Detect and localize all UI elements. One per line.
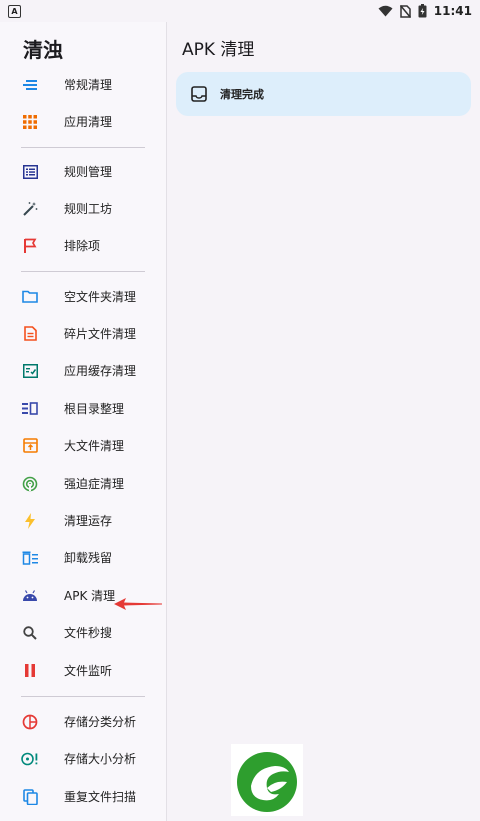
nav-label: APK 清理	[64, 589, 116, 603]
nav-item-file-monitor[interactable]: 文件监听	[0, 652, 166, 689]
nav-label: 碎片文件清理	[64, 327, 137, 341]
nav-label: 清理运存	[64, 514, 113, 528]
folder-icon	[21, 288, 39, 306]
nav-item-duplicate-file-scan[interactable]: 重复文件扫描	[0, 778, 166, 815]
search-icon	[21, 624, 39, 642]
list-icon	[21, 163, 39, 181]
nav-item-storage-size-analysis[interactable]: 存储大小分析	[0, 740, 166, 777]
app-title: 清浊	[23, 38, 63, 62]
no-sim-icon	[399, 4, 411, 18]
storage-size-icon	[21, 750, 39, 768]
nav-label: 应用清理	[64, 115, 113, 129]
magic-wand-icon	[21, 200, 39, 218]
nav-item-general-clean[interactable]: 常规清理	[0, 66, 166, 103]
status-bar: A 11:41	[0, 0, 480, 22]
status-time: 11:41	[433, 4, 472, 18]
nav-label: 常规清理	[64, 78, 113, 92]
nav-item-storage-category-analysis[interactable]: 存储分类分析	[0, 703, 166, 740]
nav-item-clean-memory[interactable]: 清理运存	[0, 502, 166, 539]
inbox-icon	[191, 86, 207, 102]
nav-item-empty-folder-clean[interactable]: 空文件夹清理	[0, 278, 166, 315]
nav-label: 强迫症清理	[64, 477, 125, 491]
nav-label: 存储分类分析	[64, 715, 137, 729]
nav-item-root-organize[interactable]: 根目录整理	[0, 390, 166, 427]
lightning-icon	[21, 512, 39, 530]
trash-list-icon	[21, 549, 39, 567]
wifi-icon	[378, 5, 393, 17]
grid-icon	[21, 113, 39, 131]
nav-item-exclusions[interactable]: 排除项	[0, 227, 166, 264]
nav-label: 空文件夹清理	[64, 290, 137, 304]
divider	[21, 696, 145, 697]
nav-label: 规则管理	[64, 165, 113, 179]
nav-item-uninstall-residue[interactable]: 卸载残留	[0, 539, 166, 576]
copy-icon	[21, 788, 39, 806]
nav-item-large-file-clean[interactable]: 大文件清理	[0, 427, 166, 464]
main-content: APK 清理 清理完成	[167, 22, 480, 821]
checklist-icon	[21, 362, 39, 380]
archive-icon	[21, 437, 39, 455]
nav-label: 应用缓存清理	[64, 364, 137, 378]
card-label: 清理完成	[220, 88, 264, 101]
android-icon	[21, 587, 39, 605]
divider	[21, 147, 145, 148]
status-right: 11:41	[378, 4, 472, 18]
navigation-drawer: 清浊 常规清理 应用清理 规则管理 规则工坊 排除项 空文件夹清理 碎片文件清理…	[0, 22, 167, 821]
flag-icon	[21, 237, 39, 255]
nav-item-file-search[interactable]: 文件秒搜	[0, 614, 166, 651]
nav-label: 存储大小分析	[64, 752, 137, 766]
root-icon	[21, 400, 39, 418]
status-left: A	[8, 4, 21, 18]
nav-label: 排除项	[64, 239, 101, 253]
lines-icon	[21, 76, 39, 94]
page-title: APK 清理	[182, 40, 255, 60]
radar-icon	[21, 475, 39, 493]
document-icon	[21, 325, 39, 343]
nav-item-app-cache-clean[interactable]: 应用缓存清理	[0, 352, 166, 389]
nav-label: 文件监听	[64, 664, 113, 678]
notification-a-icon: A	[8, 4, 21, 18]
nav-label: 文件秒搜	[64, 626, 113, 640]
nav-label: 根目录整理	[64, 402, 125, 416]
nav-item-ocd-clean[interactable]: 强迫症清理	[0, 465, 166, 502]
pie-icon	[21, 713, 39, 731]
green-leaf-logo	[231, 744, 303, 816]
result-card[interactable]: 清理完成	[176, 72, 471, 116]
battery-icon	[418, 4, 427, 18]
nav-label: 卸载残留	[64, 551, 113, 565]
pause-icon	[21, 662, 39, 680]
red-arrow-annotation	[114, 598, 162, 610]
nav-label: 规则工坊	[64, 202, 113, 216]
nav-item-rule-management[interactable]: 规则管理	[0, 153, 166, 190]
nav-label: 重复文件扫描	[64, 790, 137, 804]
nav-item-rule-workshop[interactable]: 规则工坊	[0, 190, 166, 227]
nav-item-fragment-clean[interactable]: 碎片文件清理	[0, 315, 166, 352]
divider	[21, 271, 145, 272]
nav-item-app-clean[interactable]: 应用清理	[0, 103, 166, 140]
nav-label: 大文件清理	[64, 439, 125, 453]
